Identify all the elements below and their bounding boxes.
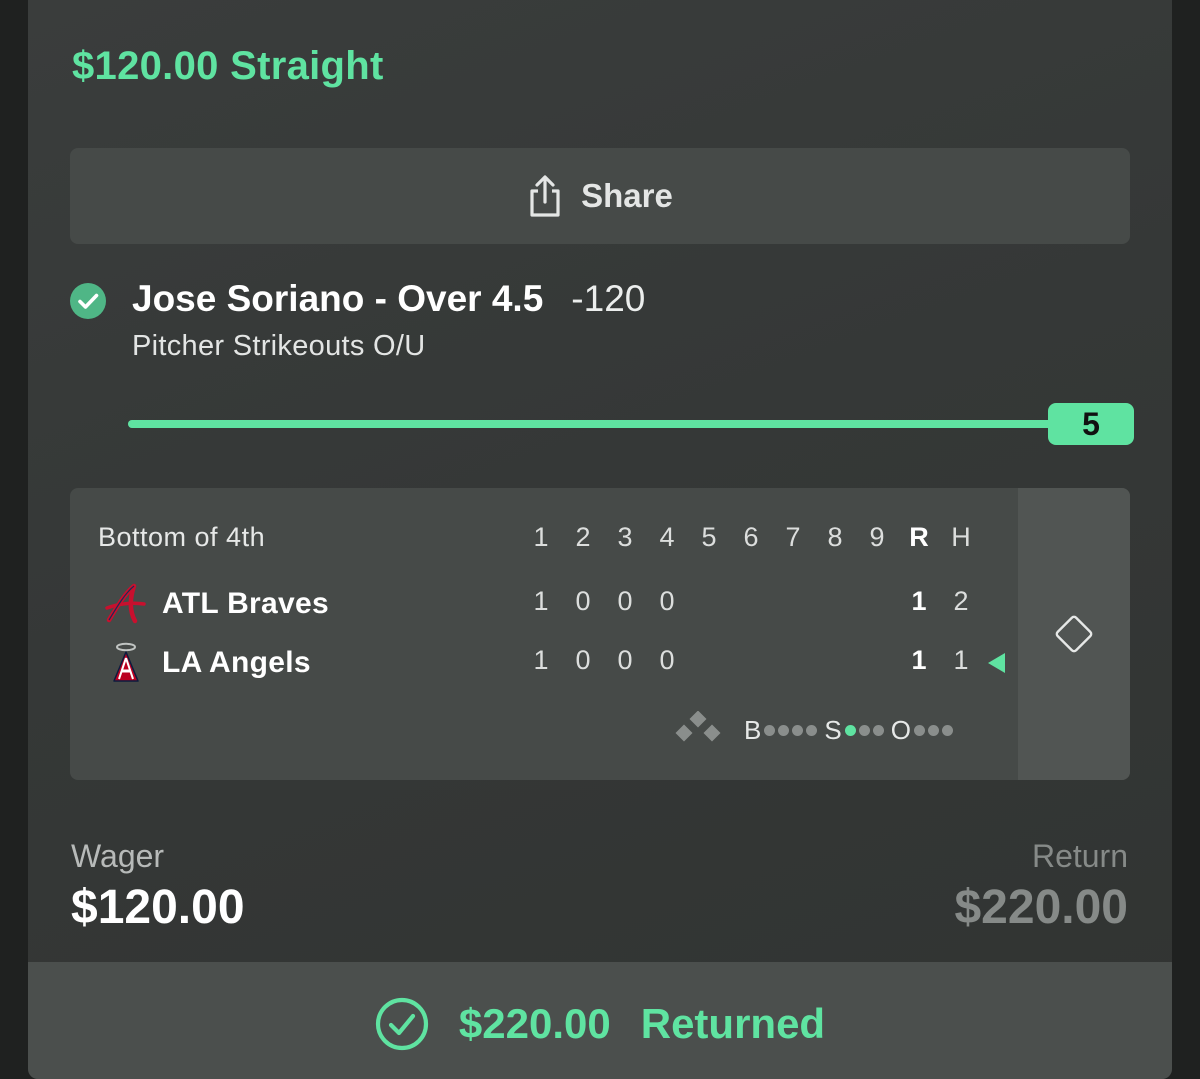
selection-odds: -120 — [571, 278, 646, 319]
diamond-icon — [1055, 615, 1093, 653]
share-button[interactable]: Share — [70, 148, 1130, 244]
balls-indicator — [764, 724, 820, 736]
strikes-indicator — [844, 724, 887, 736]
strike-dot — [844, 724, 856, 736]
check-circle-icon — [70, 283, 106, 319]
return-value: $220.00 — [954, 881, 1128, 934]
inning-score: 1 — [533, 586, 549, 616]
out-dot — [913, 724, 925, 736]
team-runs: 1 — [911, 645, 927, 675]
strike-dot — [858, 724, 870, 736]
braves-logo-icon — [105, 583, 146, 624]
result-summary: $220.00 Returned — [375, 997, 825, 1051]
return-label: Return — [1031, 838, 1128, 874]
outs-indicator — [913, 724, 956, 736]
ball-dot — [792, 724, 804, 736]
team-name: ATL Braves — [162, 587, 329, 620]
inning-score: 0 — [617, 645, 633, 675]
bet-card: $120.00 Straight Share Jose Soriano - Ov… — [28, 0, 1172, 1079]
team-runs: 1 — [911, 586, 927, 616]
wager-value: $120.00 — [71, 881, 245, 934]
ball-dot — [778, 724, 790, 736]
inning-header: 8 — [827, 522, 843, 552]
team-name: LA Angels — [162, 646, 311, 679]
ball-dot — [764, 724, 776, 736]
balls-label: B — [744, 714, 762, 745]
angels-logo-icon — [113, 642, 139, 682]
team-hits: 1 — [953, 645, 969, 675]
count-row: B S O — [672, 710, 960, 750]
inning-score: 0 — [617, 586, 633, 616]
inning-header: 1 — [533, 522, 549, 552]
ball-dot — [806, 724, 818, 736]
inning-header: 4 — [659, 522, 675, 552]
runs-header: R — [909, 522, 929, 552]
returned-status: Returned — [640, 999, 826, 1047]
check-circle-icon — [375, 997, 429, 1050]
progress-fill — [128, 420, 1058, 428]
market-label: Pitcher Strikeouts O/U — [132, 330, 426, 362]
inning-header: 2 — [575, 522, 591, 552]
inning-score: 1 — [533, 645, 549, 675]
outs-label: O — [890, 714, 911, 745]
team-row: ATL Braves — [104, 582, 329, 626]
share-icon — [527, 174, 563, 218]
inning-header: 7 — [785, 522, 801, 552]
batting-indicator-icon — [988, 653, 1005, 673]
bases-icon — [675, 711, 721, 742]
selection-name: Jose Soriano - Over 4.5 — [132, 278, 544, 319]
linescore: Bottom of 4th 1 2 3 4 5 6 7 8 9 R H ATL … — [70, 488, 1018, 780]
returned-amount: $220.00 — [458, 999, 611, 1047]
inning-score: 0 — [575, 586, 591, 616]
bet-title: $120.00 Straight — [72, 44, 384, 88]
team-hits: 2 — [953, 586, 969, 616]
inning-header: 9 — [869, 522, 885, 552]
team-row: LA Angels — [104, 641, 311, 685]
hits-header: H — [951, 522, 971, 552]
inning-header: 6 — [743, 522, 759, 552]
strike-dot — [872, 724, 884, 736]
inning-header: 3 — [617, 522, 633, 552]
inning-status: Bottom of 4th — [98, 522, 266, 552]
inning-score: 0 — [659, 645, 675, 675]
wager-label: Wager — [71, 838, 165, 874]
strikes-label: S — [824, 714, 842, 745]
field-view-button[interactable] — [1018, 488, 1130, 780]
out-dot — [941, 724, 953, 736]
result-footer: $220.00 Returned — [28, 962, 1172, 1079]
progress-track — [128, 420, 1058, 428]
selection-line: Jose Soriano - Over 4.5 -120 — [132, 278, 645, 320]
inning-header: 5 — [701, 522, 717, 552]
scoreboard: Bottom of 4th 1 2 3 4 5 6 7 8 9 R H ATL … — [70, 488, 1130, 780]
share-label: Share — [581, 177, 673, 214]
progress-value-badge: 5 — [1048, 403, 1134, 445]
inning-score: 0 — [575, 645, 591, 675]
out-dot — [927, 724, 939, 736]
inning-score: 0 — [659, 586, 675, 616]
